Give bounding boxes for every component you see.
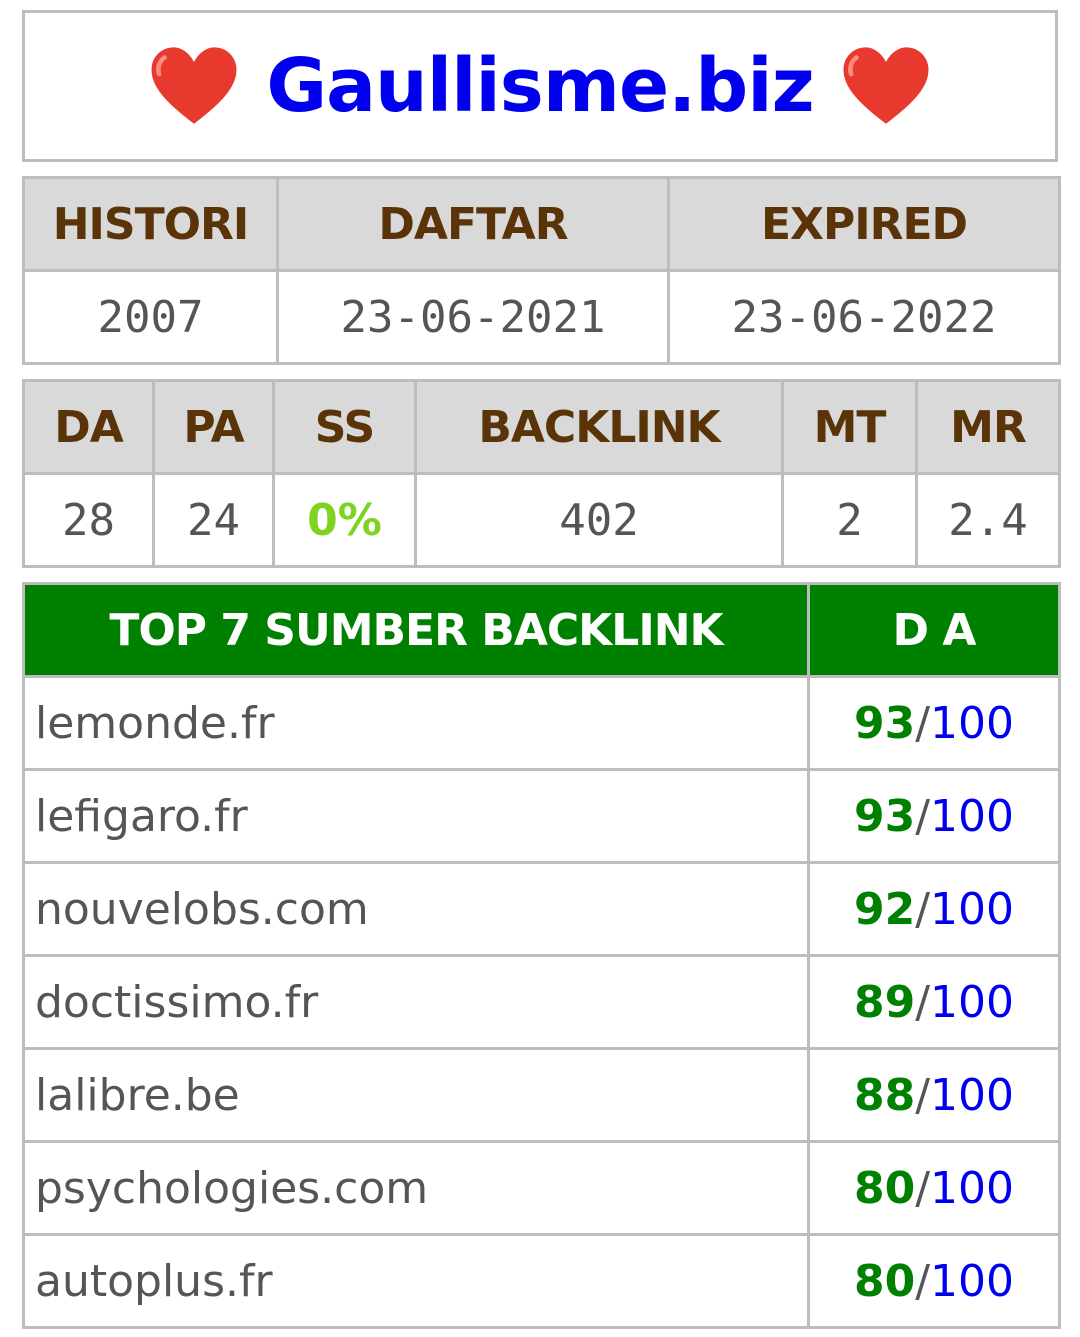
metric-header: MR <box>915 379 1061 475</box>
backlink-da-value: 89 <box>853 976 916 1028</box>
table-row: lemonde.fr 93/100 <box>22 675 1061 771</box>
backlink-da-separator: / <box>915 976 931 1028</box>
backlink-da-max: 100 <box>930 1255 1015 1307</box>
backlinks-header-da: D A <box>807 582 1061 678</box>
info-header-row: HISTORI DAFTAR EXPIRED <box>22 176 1061 272</box>
backlink-da-max: 100 <box>930 1069 1015 1121</box>
metric-header: DA <box>22 379 155 475</box>
metric-value-mr: 2.4 <box>915 472 1061 568</box>
backlink-score: 89/100 <box>807 954 1061 1050</box>
backlink-da-value: 80 <box>853 1255 916 1307</box>
backlink-da-value: 92 <box>853 883 916 935</box>
backlink-domain: lalibre.be <box>22 1047 810 1143</box>
backlink-score: 88/100 <box>807 1047 1061 1143</box>
backlink-domain: doctissimo.fr <box>22 954 810 1050</box>
backlink-da-separator: / <box>915 790 931 842</box>
metric-header: PA <box>152 379 275 475</box>
backlink-da-separator: / <box>915 1255 931 1307</box>
metric-value-ss: 0% <box>272 472 417 568</box>
domain-report: Gaullisme.biz HISTORI DAFTAR EXPIRED 200… <box>22 10 1061 1329</box>
metric-value-pa: 24 <box>152 472 275 568</box>
backlink-domain: lemonde.fr <box>22 675 810 771</box>
backlink-domain: lefigaro.fr <box>22 768 810 864</box>
backlink-da-separator: / <box>915 1162 931 1214</box>
backlink-score: 92/100 <box>807 861 1061 957</box>
table-row: autoplus.fr 80/100 <box>22 1233 1061 1329</box>
metrics-header-row: DA PA SS BACKLINK MT MR <box>22 379 1061 475</box>
table-row: nouvelobs.com 92/100 <box>22 861 1061 957</box>
metrics-value-row: 28 24 0% 402 2 2.4 <box>22 472 1061 568</box>
info-value-expired: 23-06-2022 <box>667 269 1061 365</box>
info-header: EXPIRED <box>667 176 1061 272</box>
info-header: DAFTAR <box>276 176 670 272</box>
backlink-domain: nouvelobs.com <box>22 861 810 957</box>
backlink-da-max: 100 <box>930 1162 1015 1214</box>
backlink-da-value: 88 <box>853 1069 916 1121</box>
table-row: lefigaro.fr 93/100 <box>22 768 1061 864</box>
page-title: Gaullisme.biz <box>266 43 814 129</box>
backlink-da-value: 93 <box>853 697 916 749</box>
title-box: Gaullisme.biz <box>22 10 1058 162</box>
info-header: HISTORI <box>22 176 279 272</box>
metric-value-da: 28 <box>22 472 155 568</box>
backlink-da-separator: / <box>915 1069 931 1121</box>
info-value-daftar: 23-06-2021 <box>276 269 670 365</box>
table-row: doctissimo.fr 89/100 <box>22 954 1061 1050</box>
backlink-score: 93/100 <box>807 675 1061 771</box>
backlink-da-value: 93 <box>853 790 916 842</box>
backlink-score: 80/100 <box>807 1233 1061 1329</box>
backlinks-header-row: TOP 7 SUMBER BACKLINK D A <box>22 582 1061 678</box>
backlink-da-max: 100 <box>930 697 1015 749</box>
metric-header: SS <box>272 379 417 475</box>
backlink-da-max: 100 <box>930 976 1015 1028</box>
info-value-histori: 2007 <box>22 269 279 365</box>
backlink-da-separator: / <box>915 697 931 749</box>
metric-header: MT <box>781 379 918 475</box>
info-value-row: 2007 23-06-2021 23-06-2022 <box>22 269 1061 365</box>
metrics-table: DA PA SS BACKLINK MT MR 28 24 0% 402 2 2… <box>22 379 1061 568</box>
backlinks-table: TOP 7 SUMBER BACKLINK D A lemonde.fr 93/1… <box>22 582 1061 1329</box>
heart-icon <box>843 47 929 124</box>
backlink-domain: autoplus.fr <box>22 1233 810 1329</box>
backlink-da-max: 100 <box>930 790 1015 842</box>
info-table: HISTORI DAFTAR EXPIRED 2007 23-06-2021 2… <box>22 176 1061 365</box>
table-row: psychologies.com 80/100 <box>22 1140 1061 1236</box>
backlink-score: 93/100 <box>807 768 1061 864</box>
heart-icon <box>151 47 237 124</box>
backlink-domain: psychologies.com <box>22 1140 810 1236</box>
backlinks-header-source: TOP 7 SUMBER BACKLINK <box>22 582 810 678</box>
metric-header: BACKLINK <box>414 379 784 475</box>
metric-value-backlink: 402 <box>414 472 784 568</box>
backlink-da-value: 80 <box>853 1162 916 1214</box>
backlink-da-separator: / <box>915 883 931 935</box>
metric-value-mt: 2 <box>781 472 918 568</box>
backlink-da-max: 100 <box>930 883 1015 935</box>
backlink-score: 80/100 <box>807 1140 1061 1236</box>
backlinks-body: lemonde.fr 93/100 lefigaro.fr 93/100 nouvelo… <box>22 675 1061 1329</box>
table-row: lalibre.be 88/100 <box>22 1047 1061 1143</box>
